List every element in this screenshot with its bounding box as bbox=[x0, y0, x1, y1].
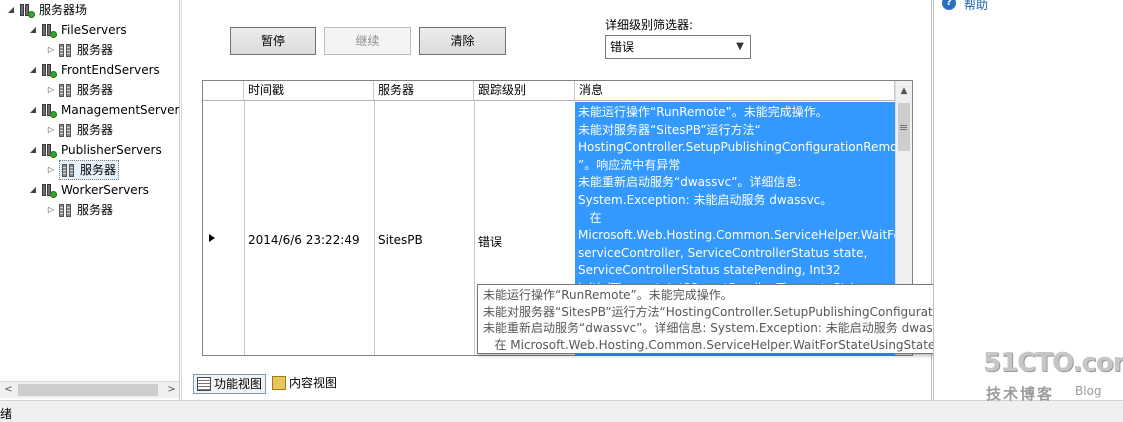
tree-node-servers-selected[interactable]: ▷ 服务器 bbox=[46, 160, 120, 180]
message-line: HostingController.SetupPublishingConfigu… bbox=[578, 140, 895, 155]
actions-pane: ? 帮助 bbox=[933, 0, 1123, 400]
tree-node-label: 服务器 bbox=[77, 83, 114, 97]
watermark-logo: 51CTO.com bbox=[983, 348, 1123, 378]
resume-button[interactable]: 继续 bbox=[324, 27, 411, 55]
help-icon[interactable]: ? bbox=[942, 0, 956, 10]
servers-icon bbox=[59, 203, 73, 217]
tree-node-label: FileServers bbox=[61, 23, 127, 37]
column-divider bbox=[374, 101, 375, 355]
scroll-thumb[interactable] bbox=[18, 384, 158, 396]
selected-node-box[interactable]: 服务器 bbox=[59, 160, 120, 180]
tree-node-label: 服务器 bbox=[77, 123, 114, 137]
column-header-timestamp[interactable]: 时间戳 bbox=[244, 81, 374, 101]
collapse-icon[interactable]: ◢ bbox=[6, 5, 16, 15]
expand-icon[interactable]: ▷ bbox=[46, 205, 56, 215]
expand-icon[interactable]: ▷ bbox=[46, 165, 56, 175]
column-divider bbox=[244, 101, 245, 355]
message-line: Microsoft.Web.Hosting.Common.ServiceHelp… bbox=[578, 228, 895, 243]
servers-icon bbox=[59, 123, 73, 137]
tree-node-label: 服务器 bbox=[80, 163, 117, 177]
tab-content-view[interactable]: 内容视图 bbox=[269, 374, 340, 394]
pause-button[interactable]: 暂停 bbox=[230, 27, 316, 55]
tree-node-farm[interactable]: ◢ 服务器场 bbox=[6, 1, 87, 19]
cell-server[interactable]: SitesPB bbox=[378, 233, 423, 247]
server-group-icon bbox=[41, 103, 57, 118]
message-line: 在 bbox=[578, 210, 602, 225]
server-tree: ◢ 服务器场 ◢ FileServers ▷ 服务器 ◢ FrontEndSer… bbox=[0, 0, 180, 400]
chevron-down-icon[interactable]: ▼ bbox=[733, 36, 747, 58]
tree-node-managementservers[interactable]: ◢ ManagementServers bbox=[28, 101, 180, 119]
tab-features-view[interactable]: 功能视图 bbox=[193, 374, 267, 394]
current-row-indicator-icon bbox=[209, 234, 215, 242]
column-header-message[interactable]: 消息 bbox=[575, 81, 895, 101]
tree-node-workerservers[interactable]: ◢ WorkerServers bbox=[28, 181, 149, 199]
collapse-icon[interactable]: ◢ bbox=[28, 25, 38, 35]
tree-node-label: ManagementServers bbox=[61, 103, 180, 117]
filter-selected-value: 错误 bbox=[610, 40, 635, 54]
tree-horizontal-scrollbar[interactable]: < > bbox=[0, 381, 179, 399]
tree-node-servers[interactable]: ▷ 服务器 bbox=[46, 81, 113, 99]
tree-node-label: WorkerServers bbox=[61, 183, 149, 197]
column-divider bbox=[474, 101, 475, 355]
servers-icon bbox=[62, 163, 76, 177]
tree-node-servers[interactable]: ▷ 服务器 bbox=[46, 201, 113, 219]
verbosity-filter-select[interactable]: 错误 ▼ bbox=[605, 35, 751, 59]
server-group-icon bbox=[41, 23, 57, 38]
tree-node-label: 服务器 bbox=[77, 43, 114, 57]
column-header-trace-level[interactable]: 跟踪级别 bbox=[474, 81, 575, 101]
collapse-icon[interactable]: ◢ bbox=[28, 65, 38, 75]
server-group-icon bbox=[41, 143, 57, 158]
clear-button[interactable]: 清除 bbox=[419, 27, 506, 55]
message-line: 未能对服务器“SitesPB”运行方法“ bbox=[578, 122, 761, 137]
server-group-icon bbox=[41, 183, 57, 198]
tree-node-label: 服务器 bbox=[77, 203, 114, 217]
cell-trace-level[interactable]: 错误 bbox=[478, 233, 502, 250]
collapse-icon[interactable]: ◢ bbox=[28, 145, 38, 155]
help-link[interactable]: 帮助 bbox=[964, 0, 988, 13]
tree-node-servers[interactable]: ▷ 服务器 bbox=[46, 121, 113, 139]
tree-node-fileservers[interactable]: ◢ FileServers bbox=[28, 21, 127, 39]
row-header-column bbox=[203, 81, 244, 101]
servers-icon bbox=[59, 43, 73, 57]
status-bar: 绪 bbox=[0, 400, 1123, 422]
expand-icon[interactable]: ▷ bbox=[46, 85, 56, 95]
scroll-right-icon[interactable]: > bbox=[163, 382, 179, 399]
verbosity-filter-label: 详细级别筛选器: bbox=[605, 18, 694, 32]
scroll-up-icon[interactable]: ▲ bbox=[896, 83, 912, 99]
tree-node-frontendservers[interactable]: ◢ FrontEndServers bbox=[28, 61, 160, 79]
message-line: ”。响应流中有异常 bbox=[578, 157, 681, 172]
cell-timestamp[interactable]: 2014/6/6 23:22:49 bbox=[248, 233, 360, 247]
scroll-left-icon[interactable]: < bbox=[0, 382, 17, 399]
expand-icon[interactable]: ▷ bbox=[46, 45, 56, 55]
tree-node-servers[interactable]: ▷ 服务器 bbox=[46, 41, 113, 59]
message-line: 未能运行操作“RunRemote”。未能完成操作。 bbox=[578, 105, 828, 119]
tab-label: 功能视图 bbox=[214, 377, 263, 391]
message-line: serviceController, ServiceControllerStat… bbox=[578, 245, 868, 260]
message-line: 未能重新启动服务“dwassvc”。详细信息: bbox=[578, 175, 802, 190]
collapse-icon[interactable]: ◢ bbox=[28, 105, 38, 115]
message-line: ServiceControllerStatus statePending, In… bbox=[578, 263, 841, 278]
features-view-icon bbox=[197, 377, 211, 391]
server-farm-icon bbox=[19, 3, 35, 18]
tree-node-label: 服务器场 bbox=[39, 3, 88, 17]
tree-node-label: PublisherServers bbox=[61, 143, 162, 157]
tab-label: 内容视图 bbox=[289, 376, 338, 390]
server-group-icon bbox=[41, 63, 57, 78]
status-text: 绪 bbox=[0, 407, 13, 421]
watermark-blog: Blog bbox=[1075, 384, 1102, 398]
scroll-grip-icon: ≡ bbox=[899, 121, 909, 134]
column-header-server[interactable]: 服务器 bbox=[374, 81, 474, 101]
collapse-icon[interactable]: ◢ bbox=[28, 185, 38, 195]
servers-icon bbox=[59, 83, 73, 97]
message-line: System.Exception: 未能启动服务 dwassvc。 bbox=[578, 192, 833, 207]
tree-node-publisherservers[interactable]: ◢ PublisherServers bbox=[28, 141, 162, 159]
tree-node-label: FrontEndServers bbox=[61, 63, 160, 77]
expand-icon[interactable]: ▷ bbox=[46, 125, 56, 135]
content-view-icon bbox=[272, 376, 286, 390]
watermark-subtitle: 技术博客 bbox=[986, 385, 1055, 403]
